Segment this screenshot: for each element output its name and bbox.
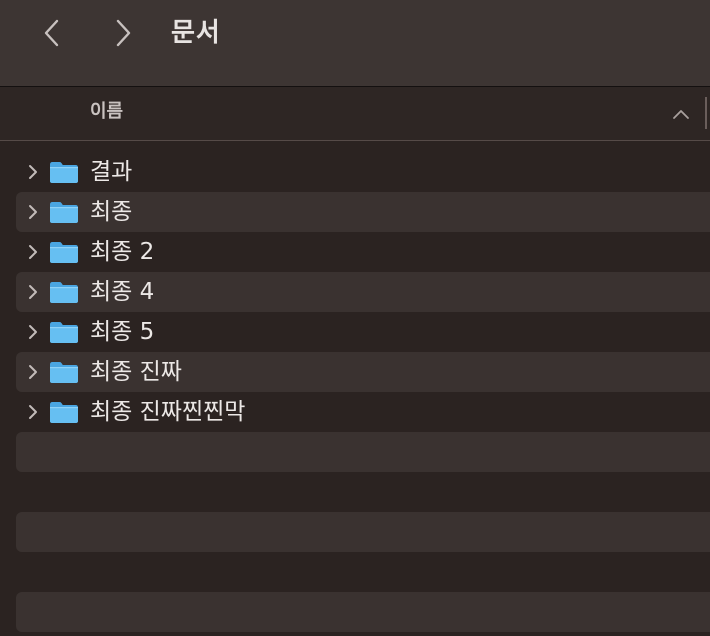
empty-row — [16, 432, 710, 472]
list-item[interactable]: 최종 — [16, 192, 710, 232]
back-button[interactable] — [35, 16, 69, 50]
list-item-label: 최종 진짜찐찐막 — [90, 399, 246, 425]
file-list: 결과 최종 최종 2 최종 4 최종 5 최종 진짜 최종 진짜찐찐막 — [0, 152, 710, 632]
disclosure-button[interactable] — [24, 163, 42, 181]
chevron-right-icon — [29, 325, 37, 339]
chevron-right-icon — [116, 19, 131, 47]
empty-row — [16, 592, 710, 632]
list-item[interactable]: 최종 진짜찐찐막 — [16, 392, 710, 432]
column-resize-handle[interactable] — [705, 97, 707, 129]
chevron-right-icon — [29, 205, 37, 219]
chevron-right-icon — [29, 245, 37, 259]
list-item-label: 최종 5 — [90, 319, 155, 345]
chevron-right-icon — [29, 365, 37, 379]
folder-icon — [50, 242, 78, 263]
list-item-label: 최종 2 — [90, 239, 155, 265]
chevron-left-icon — [44, 19, 59, 47]
column-header-name[interactable]: 이름 — [90, 99, 123, 125]
disclosure-button[interactable] — [24, 323, 42, 341]
list-item[interactable]: 최종 4 — [16, 272, 710, 312]
folder-icon — [50, 402, 78, 423]
empty-row — [16, 552, 710, 592]
list-item-label: 최종 진짜 — [90, 359, 182, 385]
disclosure-button[interactable] — [24, 243, 42, 261]
list-item[interactable]: 결과 — [16, 152, 710, 192]
list-item-label: 결과 — [90, 159, 133, 185]
folder-icon — [50, 322, 78, 343]
empty-row — [16, 512, 710, 552]
chevron-right-icon — [29, 165, 37, 179]
folder-icon — [50, 162, 78, 183]
chevron-right-icon — [29, 285, 37, 299]
column-header: 이름 — [0, 87, 710, 141]
toolbar: 문서 — [0, 0, 710, 87]
disclosure-button[interactable] — [24, 283, 42, 301]
folder-icon — [50, 202, 78, 223]
finder-window: 문서 이름 결과 최종 최종 2 최종 4 최종 5 최종 진짜 최종 진짜찐찐… — [0, 0, 710, 636]
sort-toggle[interactable] — [670, 103, 692, 125]
window-title: 문서 — [171, 18, 221, 48]
folder-icon — [50, 362, 78, 383]
disclosure-button[interactable] — [24, 403, 42, 421]
forward-button[interactable] — [106, 16, 140, 50]
list-item-label: 최종 4 — [90, 279, 155, 305]
chevron-up-icon — [673, 110, 689, 119]
list-item-label: 최종 — [90, 199, 133, 225]
empty-row — [16, 472, 710, 512]
chevron-right-icon — [29, 405, 37, 419]
list-item[interactable]: 최종 2 — [16, 232, 710, 272]
folder-icon — [50, 282, 78, 303]
disclosure-button[interactable] — [24, 203, 42, 221]
list-item[interactable]: 최종 5 — [16, 312, 710, 352]
disclosure-button[interactable] — [24, 363, 42, 381]
list-item[interactable]: 최종 진짜 — [16, 352, 710, 392]
